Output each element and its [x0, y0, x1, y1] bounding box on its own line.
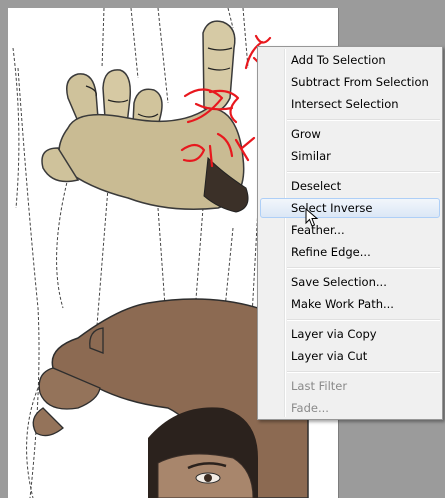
menu-item-save-selection[interactable]: Save Selection...	[260, 272, 440, 292]
menu-separator	[287, 119, 440, 121]
upper-hand-illustration	[41, 20, 249, 213]
menu-separator	[287, 319, 440, 321]
menu-separator	[287, 371, 440, 373]
selection-context-menu: Add To Selection Subtract From Selection…	[257, 46, 443, 420]
menu-item-subtract-from-selection[interactable]: Subtract From Selection	[260, 72, 440, 92]
menu-item-fade: Fade...	[291, 401, 329, 415]
menu-separator	[287, 171, 440, 173]
menu-item-intersect-selection[interactable]: Intersect Selection	[260, 94, 440, 114]
menu-item-feather[interactable]: Feather...	[260, 220, 440, 240]
menu-item-grow[interactable]: Grow	[260, 124, 440, 144]
menu-separator	[287, 267, 440, 269]
menu-item-add-to-selection[interactable]: Add To Selection	[260, 50, 440, 70]
face-illustration	[148, 407, 258, 498]
menu-item-deselect[interactable]: Deselect	[260, 176, 440, 196]
menu-item-similar[interactable]: Similar	[260, 146, 440, 166]
menu-item-select-inverse[interactable]: Select Inverse	[260, 198, 440, 218]
menu-item-last-filter: Last Filter	[291, 379, 348, 393]
menu-item-refine-edge[interactable]: Refine Edge...	[260, 242, 440, 262]
menu-item-layer-via-cut[interactable]: Layer via Cut	[260, 346, 440, 366]
mouse-cursor-icon	[305, 208, 319, 227]
menu-item-layer-via-copy[interactable]: Layer via Copy	[260, 324, 440, 344]
menu-item-make-work-path[interactable]: Make Work Path...	[260, 294, 440, 314]
